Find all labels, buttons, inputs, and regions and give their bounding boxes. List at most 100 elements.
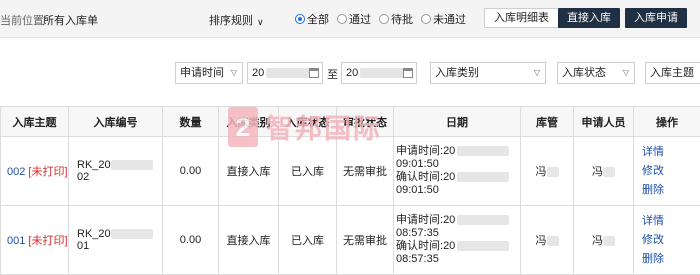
top-bar: 当前位置: 所有入库单 排序规则∨ 全部 通过 待批 未通过 入库明细表 直接入…	[0, 0, 700, 38]
applicant-cell: 冯	[574, 137, 634, 206]
confirm-time-label: 确认时间:	[396, 171, 443, 183]
apply-year: 20	[443, 214, 455, 226]
column-header[interactable]: 入库类别	[219, 107, 279, 137]
theme-link[interactable]: 001	[7, 235, 25, 247]
apply-time: 09:01:50	[396, 158, 520, 171]
theme-cell: 002 [未打印]	[1, 137, 69, 206]
confirm-time: 08:57:35	[396, 253, 520, 266]
masked-text	[547, 236, 559, 246]
number-prefix: RK_20	[77, 159, 111, 171]
stock-in-table: 入库主题 入库编号 数量 入库类别 入库状态 审批状态 日期 库管 申请人员 操…	[0, 106, 700, 275]
time-type-value: 申请时间	[180, 67, 224, 79]
category-cell: 直接入库	[219, 206, 279, 275]
radio-approved[interactable]: 通过	[337, 11, 371, 27]
column-header[interactable]: 日期	[394, 107, 521, 137]
radio-rejected[interactable]: 未通过	[421, 11, 466, 27]
column-header[interactable]: 入库编号	[69, 107, 163, 137]
column-header[interactable]: 审批状态	[337, 107, 394, 137]
stock-in-status-value: 入库状态	[562, 67, 606, 79]
edit-link[interactable]: 修改	[642, 231, 700, 250]
column-header[interactable]: 申请人员	[574, 107, 634, 137]
detail-table-button[interactable]: 入库明细表	[484, 8, 559, 28]
column-header[interactable]: 入库主题	[1, 107, 69, 137]
masked-text	[360, 68, 404, 78]
radio-pending[interactable]: 待批	[379, 11, 413, 27]
quantity-cell: 0.00	[163, 206, 219, 275]
direct-stock-in-button[interactable]: 直接入库	[558, 8, 620, 28]
stock-in-theme-value: 入库主题	[650, 67, 694, 79]
chevron-down-icon: ▽	[231, 63, 237, 83]
stock-in-request-button[interactable]: 入库申请	[625, 8, 687, 28]
masked-text	[111, 160, 153, 170]
approval-cell: 无需审批	[337, 137, 394, 206]
date-from-value: 20	[252, 67, 264, 79]
location-value: 所有入库单	[43, 12, 98, 28]
delete-link[interactable]: 删除	[642, 181, 700, 200]
print-status: [未打印]	[28, 166, 67, 178]
operations-cell: 详情 修改 删除	[634, 206, 700, 275]
operations-cell: 详情 修改 删除	[634, 137, 700, 206]
number-cell: RK_2002	[69, 137, 163, 206]
confirm-time-label: 确认时间:	[396, 240, 443, 252]
edit-link[interactable]: 修改	[642, 162, 700, 181]
status-cell: 已入库	[279, 137, 337, 206]
radio-label: 未通过	[433, 11, 466, 27]
keeper-cell: 冯	[521, 206, 574, 275]
status-radio-group: 全部 通过 待批 未通过	[295, 11, 466, 27]
stock-in-type-select[interactable]: 入库类别 ▽	[430, 62, 546, 84]
theme-cell: 001 [未打印]	[1, 206, 69, 275]
detail-link[interactable]: 详情	[642, 143, 700, 162]
status-cell: 已入库	[279, 206, 337, 275]
apply-year: 20	[443, 145, 455, 157]
apply-time-label: 申请时间:	[396, 145, 443, 157]
delete-link[interactable]: 删除	[642, 250, 700, 269]
column-header[interactable]: 库管	[521, 107, 574, 137]
calendar-icon[interactable]	[403, 68, 413, 78]
masked-text	[457, 241, 509, 251]
detail-link[interactable]: 详情	[642, 212, 700, 231]
radio-dot-icon	[295, 14, 305, 24]
radio-all[interactable]: 全部	[295, 11, 329, 27]
masked-text	[457, 172, 509, 182]
stock-in-theme-select[interactable]: 入库主题	[645, 62, 700, 84]
radio-label: 全部	[307, 11, 329, 27]
print-status: [未打印]	[28, 235, 67, 247]
radio-dot-icon	[337, 14, 347, 24]
column-header[interactable]: 入库状态	[279, 107, 337, 137]
column-header[interactable]: 操作	[634, 107, 700, 137]
date-to-input[interactable]: 20	[341, 62, 417, 84]
date-to-value: 20	[346, 67, 358, 79]
apply-time-label: 申请时间:	[396, 214, 443, 226]
chevron-down-icon: ▽	[534, 63, 540, 83]
time-type-select[interactable]: 申请时间 ▽	[175, 62, 243, 84]
masked-text	[603, 167, 615, 177]
radio-label: 待批	[391, 11, 413, 27]
approval-cell: 无需审批	[337, 206, 394, 275]
table-row: 002 [未打印] RK_2002 0.00 直接入库 已入库 无需审批 申请时…	[1, 137, 700, 206]
table-header-row: 入库主题 入库编号 数量 入库类别 入库状态 审批状态 日期 库管 申请人员 操…	[1, 107, 700, 137]
masked-text	[111, 229, 153, 239]
confirm-year: 20	[443, 171, 455, 183]
category-cell: 直接入库	[219, 137, 279, 206]
column-header[interactable]: 数量	[163, 107, 219, 137]
number-prefix: RK_20	[77, 228, 111, 240]
radio-label: 通过	[349, 11, 371, 27]
masked-text	[457, 215, 509, 225]
radio-dot-icon	[379, 14, 389, 24]
theme-link[interactable]: 002	[7, 166, 25, 178]
number-cell: RK_2001	[69, 206, 163, 275]
calendar-icon[interactable]	[309, 68, 319, 78]
number-suffix: 02	[77, 171, 89, 183]
sort-dropdown[interactable]: 排序规则∨	[209, 12, 264, 28]
stock-in-status-select[interactable]: 入库状态 ▽	[557, 62, 635, 84]
date-cell: 申请时间:20 08:57:35 确认时间:20 08:57:35	[394, 206, 521, 275]
applicant-name: 冯	[592, 166, 603, 178]
table-row: 001 [未打印] RK_2001 0.00 直接入库 已入库 无需审批 申请时…	[1, 206, 700, 275]
confirm-time: 09:01:50	[396, 184, 520, 197]
applicant-name: 冯	[592, 235, 603, 247]
masked-text	[547, 167, 559, 177]
applicant-cell: 冯	[574, 206, 634, 275]
stock-in-type-value: 入库类别	[435, 67, 479, 79]
date-from-input[interactable]: 20	[247, 62, 323, 84]
apply-time: 08:57:35	[396, 227, 520, 240]
